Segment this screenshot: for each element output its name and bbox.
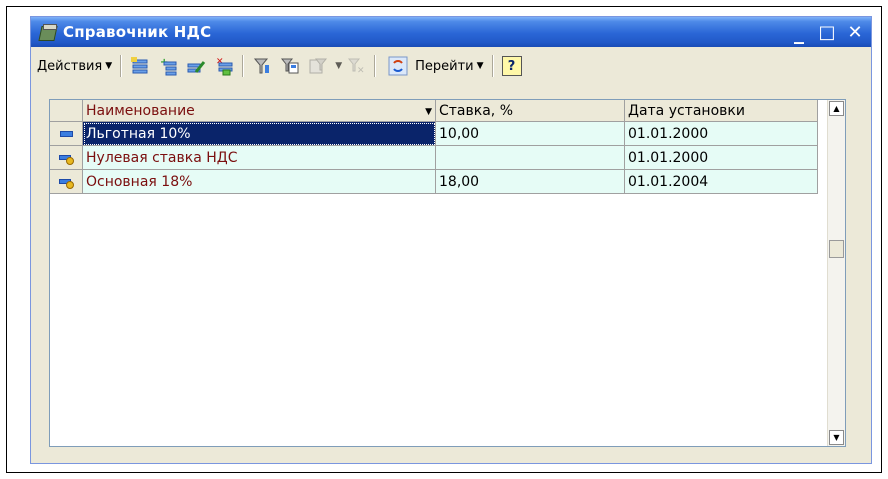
close-button[interactable]: ✕ [843,21,867,43]
window-title: Справочник НДС [63,23,212,41]
dropdown-caret-icon: ▼ [105,61,113,71]
scroll-up-button[interactable]: ▲ [829,101,844,116]
table-row[interactable]: Нулевая ставка НДС 01.01.2000 [50,145,818,170]
catalog-icon [38,23,58,41]
maximize-button[interactable]: □ [815,21,839,43]
filter-by-value-icon[interactable] [279,55,301,77]
refresh-icon[interactable] [387,55,409,77]
cell-date[interactable]: 01.01.2000 [624,145,818,170]
actions-menu[interactable]: Действия ▼ [33,54,116,78]
column-header-name[interactable]: Наименование ▼ [82,100,436,122]
actions-label: Действия [37,58,103,74]
cell-rate[interactable]: 10,00 [435,121,625,146]
clear-filter-icon[interactable]: ✕ [345,55,367,77]
delete-item-icon[interactable]: ✕ [213,55,235,77]
edit-item-icon[interactable] [185,55,207,77]
toolbar-separator [120,55,123,77]
sort-caret-icon[interactable]: ▼ [425,107,432,117]
cell-rate[interactable] [435,145,625,170]
goto-label: Перейти [415,58,474,74]
minimize-button[interactable]: _ [787,20,811,44]
vertical-scrollbar[interactable]: ▲ ▼ [827,100,845,446]
toolbar: Действия ▼ + ✕ ▼ ✕ [33,49,869,83]
help-button[interactable]: ? [501,55,523,77]
column-header-name-label: Наименование [86,102,195,119]
dropdown-caret-icon[interactable]: ▼ [335,61,342,71]
catalog-window: Справочник НДС _ □ ✕ Действия ▼ + ✕ [30,16,872,464]
toolbar-separator [491,55,494,77]
toolbar-separator [242,55,245,77]
cell-name[interactable]: Нулевая ставка НДС [82,145,436,170]
predefined-item-icon [59,176,74,189]
cell-rate[interactable]: 18,00 [435,169,625,194]
help-icon: ? [501,56,522,76]
column-header-date[interactable]: Дата установки [624,100,818,122]
dropdown-caret-icon: ▼ [476,61,484,71]
scroll-thumb[interactable] [829,240,844,258]
vat-table[interactable]: Наименование ▼ Ставка, % Дата установки … [49,99,846,447]
table-row[interactable]: Льготная 10% 10,00 01.01.2000 [50,121,818,146]
table-row[interactable]: Основная 18% 18,00 01.01.2004 [50,169,818,194]
column-header-rate[interactable]: Ставка, % [435,100,625,122]
cell-date[interactable]: 01.01.2004 [624,169,818,194]
cell-date[interactable]: 01.01.2000 [624,121,818,146]
cell-name[interactable]: Льготная 10% [82,121,436,146]
row-marker [50,169,83,194]
item-icon [59,130,73,137]
row-marker-header [50,100,83,122]
predefined-item-icon [59,152,74,165]
row-marker [50,145,83,170]
toolbar-separator [374,55,377,77]
goto-menu[interactable]: Перейти ▼ [380,54,487,78]
filter-icon[interactable] [251,55,273,77]
title-bar[interactable]: Справочник НДС _ □ ✕ [31,17,871,47]
add-group-icon[interactable]: + [157,55,179,77]
filter-history-icon[interactable] [307,55,329,77]
scroll-down-button[interactable]: ▼ [829,430,844,445]
table-header: Наименование ▼ Ставка, % Дата установки [50,100,818,122]
table-grid: Наименование ▼ Ставка, % Дата установки … [50,100,818,194]
svg-text:✕: ✕ [357,66,365,76]
add-item-icon[interactable] [129,55,151,77]
row-marker [50,121,83,146]
cell-name[interactable]: Основная 18% [82,169,436,194]
